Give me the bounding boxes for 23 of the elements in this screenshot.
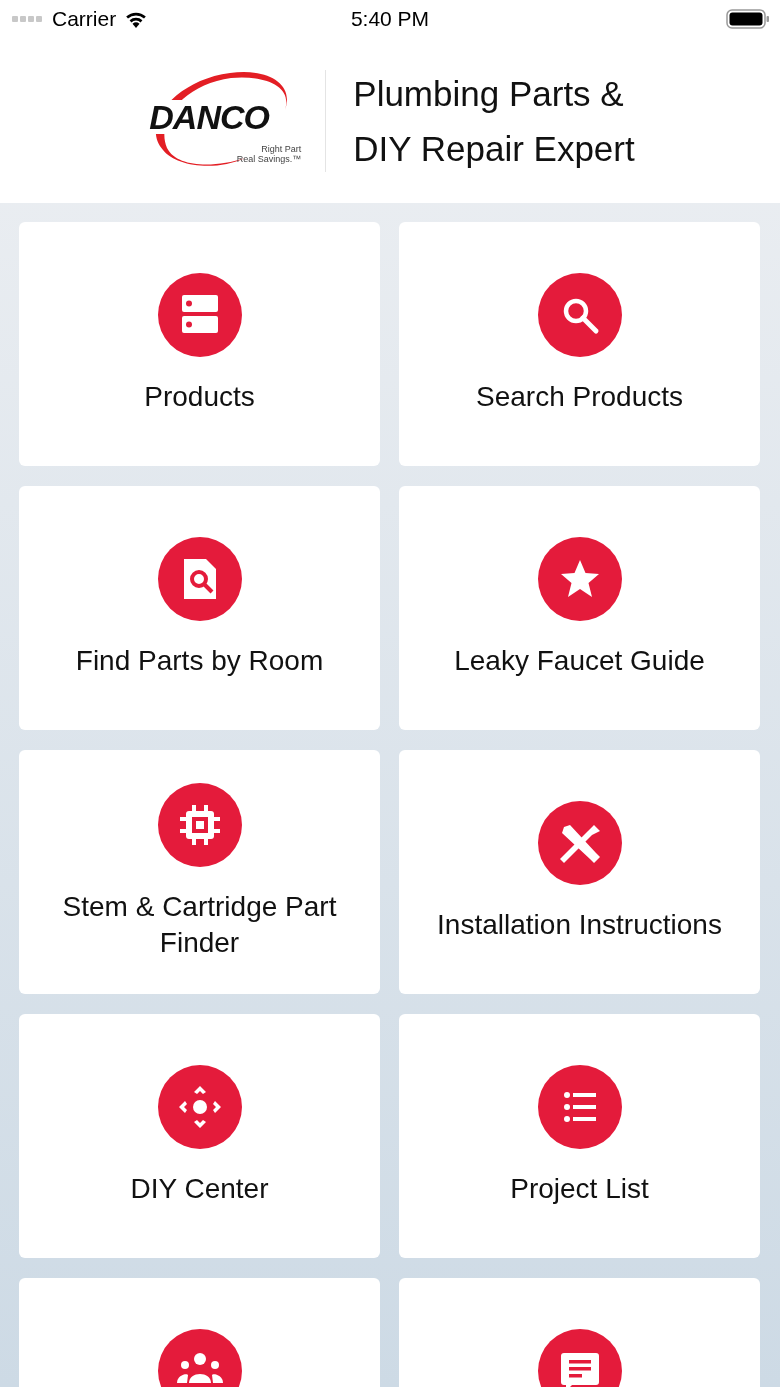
move-arrows-icon	[157, 1065, 242, 1149]
app-title: DIY Repair Expert	[353, 127, 635, 170]
app-title: Plumbing Parts &	[353, 72, 625, 115]
carrier-name: Carrier	[52, 7, 117, 31]
menu-tile[interactable]: Installation Instructions	[399, 750, 760, 994]
menu-tile[interactable]: Find Parts by Room	[19, 486, 380, 730]
chip-icon	[157, 783, 242, 867]
status-time: 5:40 PM	[350, 7, 430, 31]
search-icon	[537, 273, 622, 357]
logo-tagline: Right Part Real Savings.™	[236, 143, 302, 166]
menu-tile[interactable]: DIY Center	[19, 1014, 380, 1258]
menu-tile[interactable]: Search Products	[399, 222, 760, 466]
menu-tile[interactable]: Leaky Faucet Guide	[399, 486, 760, 730]
battery-icon	[726, 9, 770, 29]
storage-icon	[157, 273, 242, 357]
document-search-icon	[157, 537, 242, 621]
list-icon	[537, 1065, 622, 1149]
signal-icon	[12, 16, 44, 22]
wifi-icon	[124, 10, 149, 28]
menu-tile[interactable]: Products	[19, 222, 380, 466]
logo-wordmark: DANCO	[147, 99, 271, 134]
menu-tile[interactable]: Stem & Cartridge Part Finder	[19, 750, 380, 994]
menu-tile[interactable]: Project List	[399, 1014, 760, 1258]
